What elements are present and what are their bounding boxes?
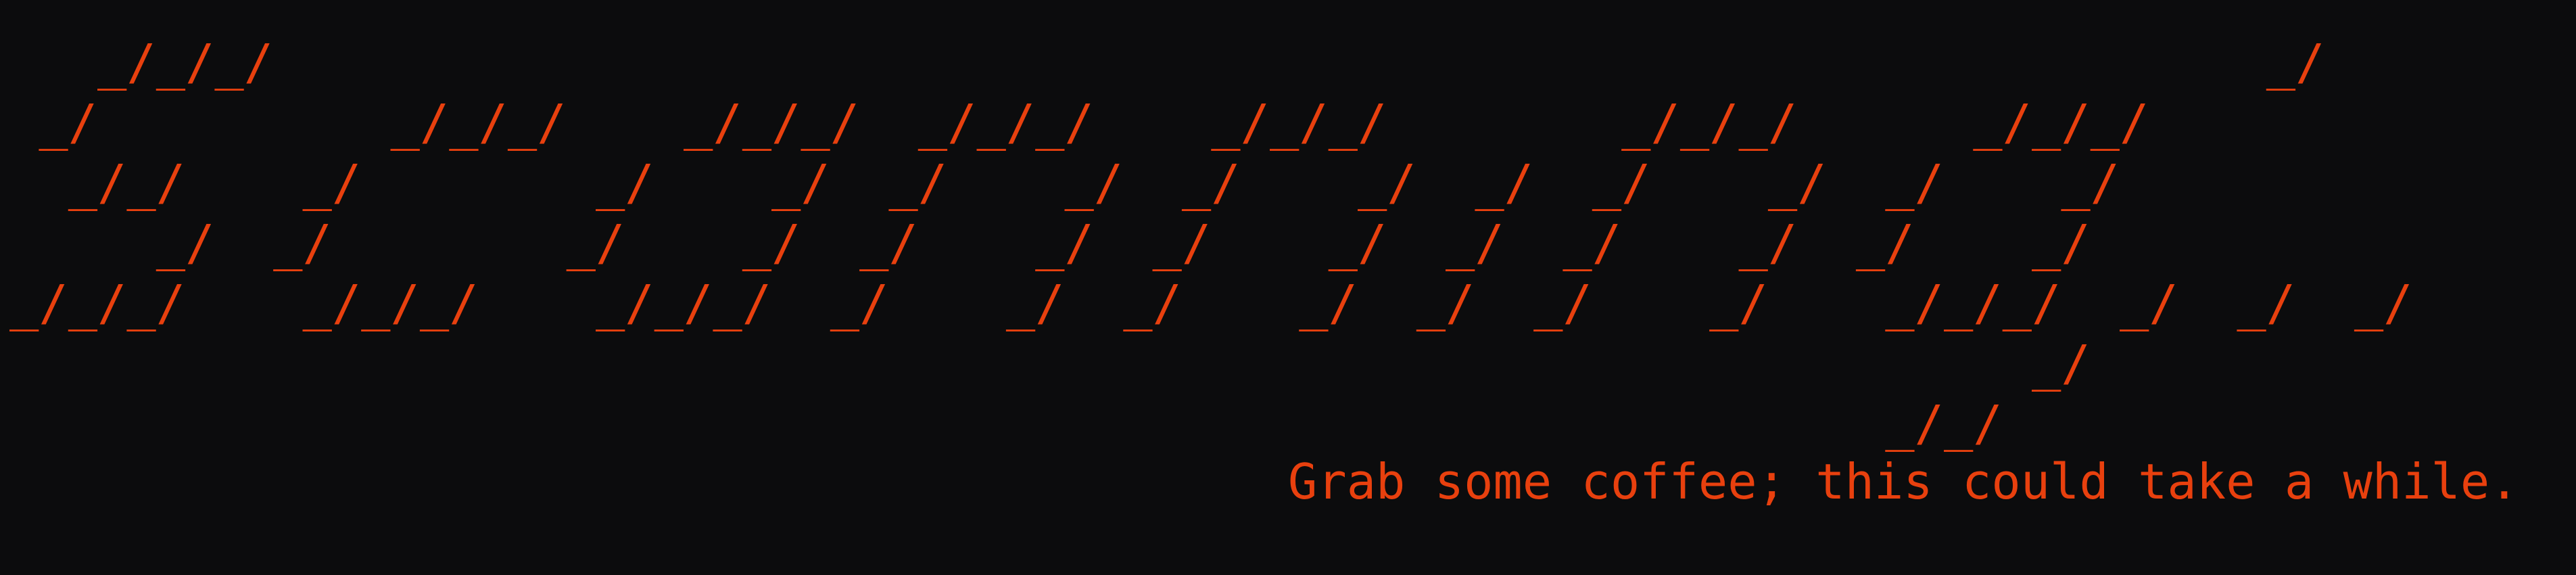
ascii-banner: _/_/_/ _/ _/ _/_/_/ _/_/_/ _/_/_/ _/_/_/… — [9, 34, 2413, 452]
terminal-window: _/_/_/ _/ _/ _/_/_/ _/_/_/ _/_/_/ _/_/_/… — [0, 0, 2576, 575]
tagline-text: Grab some coffee; this could take a whil… — [1288, 453, 2519, 510]
